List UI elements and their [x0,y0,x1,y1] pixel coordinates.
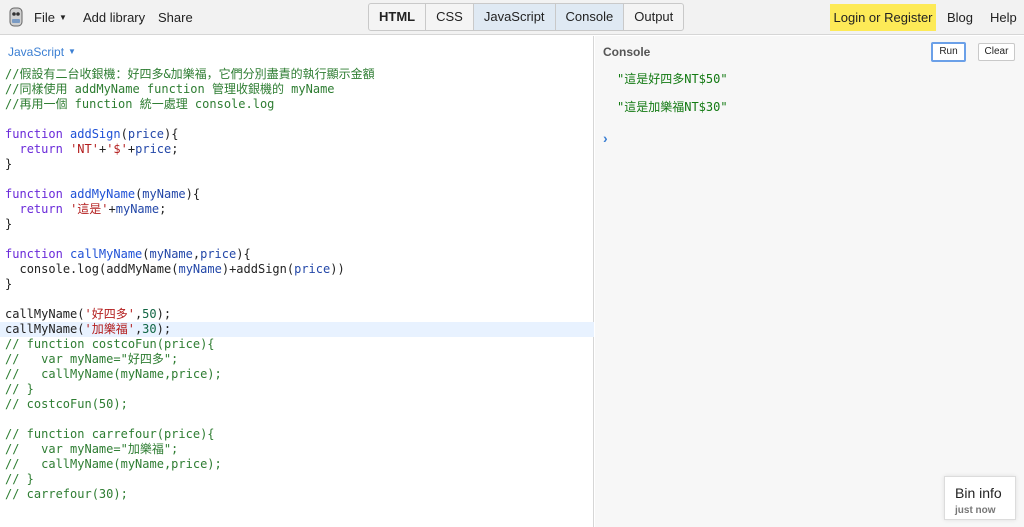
chevron-down-icon: ▼ [58,13,67,22]
javascript-editor[interactable]: JavaScript ▼ //假設有二台收銀機：好四多&加樂福，它們分別盡責的執行… [0,36,594,527]
top-bar: File ▼ Add library Share HTML CSS JavaScr… [0,0,1024,35]
code-area[interactable]: //假設有二台收銀機：好四多&加樂福，它們分別盡責的執行顯示金額 //同樣使用 … [0,67,594,502]
code-line: function addSign(price){ [5,127,179,141]
tab-javascript[interactable]: JavaScript [473,4,556,30]
file-menu[interactable]: File ▼ [34,10,67,25]
code-line: // } [5,472,34,486]
tab-output[interactable]: Output [624,4,683,30]
code-line: // var myName="好四多"; [5,352,179,366]
help-link[interactable]: Help [990,10,1017,25]
add-library-button[interactable]: Add library [83,10,145,25]
code-line: // function costcoFun(price){ [5,337,215,351]
bin-info-timestamp: just now [955,505,996,516]
code-line: // callMyName(myName,price); [5,367,222,381]
bin-info-panel[interactable]: Bin info just now [944,476,1016,520]
code-line: return 'NT'+'$'+price; [19,142,179,156]
login-register-button[interactable]: Login or Register [830,4,936,31]
code-line: // } [5,382,34,396]
code-line: //同樣使用 addMyName function 管理收銀機的 myName [5,82,335,96]
panel-tabs: HTML CSS JavaScript Console Output [368,3,685,31]
chevron-down-icon: ▼ [68,47,76,56]
code-line: //再用一個 function 統一處理 console.log [5,97,275,111]
language-selector[interactable]: JavaScript ▼ [8,45,76,59]
code-line: callMyName('好四多',50); [5,307,172,321]
language-label: JavaScript [8,45,65,59]
console-output-line: "這是加樂福NT$30" [617,100,728,114]
code-line: } [5,157,13,171]
code-line: // callMyName(myName,price); [5,457,222,471]
code-line: // costcoFun(50); [5,397,128,411]
code-line: // function carrefour(price){ [5,427,215,441]
console-title: Console [603,45,651,59]
tab-css[interactable]: CSS [426,4,474,30]
tab-html[interactable]: HTML [369,4,427,30]
code-line: // var myName="加樂福"; [5,442,179,456]
code-line: return '這是'+myName; [19,202,167,216]
file-menu-label: File [34,10,55,25]
code-line: } [5,217,13,231]
console-output-line: "這是好四多NT$50" [617,72,728,86]
blog-link[interactable]: Blog [947,10,973,25]
console-panel: Console Run Clear "這是好四多NT$50" "這是加樂福NT$… [595,36,1024,527]
code-line-current: callMyName('加樂福',30); [0,322,594,337]
share-button[interactable]: Share [158,10,193,25]
clear-button[interactable]: Clear [978,43,1015,61]
code-line: // carrefour(30); [5,487,128,501]
code-line: function addMyName(myName){ [5,187,201,201]
code-line: function callMyName(myName,price){ [5,247,251,261]
code-line: console.log(addMyName(myName)+addSign(pr… [19,262,345,276]
console-prompt-icon[interactable]: › [603,130,608,146]
run-button[interactable]: Run [931,42,966,62]
code-line: } [5,277,13,291]
code-line: //假設有二台收銀機：好四多&加樂福，它們分別盡責的執行顯示金額 [5,67,375,81]
tab-console[interactable]: Console [555,4,625,30]
jsbin-logo-icon[interactable] [8,6,24,28]
bin-info-title: Bin info [955,485,1002,501]
